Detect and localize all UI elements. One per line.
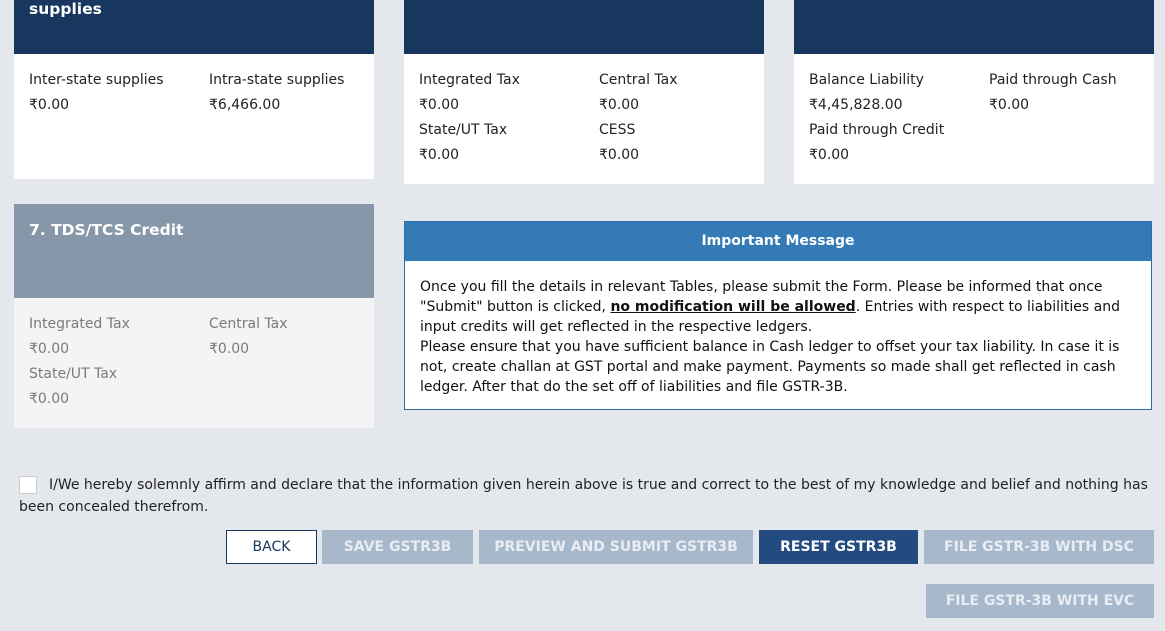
inter-state-value: ₹0.00 bbox=[29, 97, 70, 113]
integrated-tax-label: Integrated Tax bbox=[419, 72, 520, 88]
balance-liability-label: Balance Liability bbox=[809, 72, 924, 88]
tds-tcs-card-header: 7. TDS/TCS Credit bbox=[14, 204, 374, 298]
tds-integrated-tax-label: Integrated Tax bbox=[29, 316, 130, 332]
state-ut-tax-label: State/UT Tax bbox=[419, 122, 508, 138]
message-p1-bold: no modification will be allowed bbox=[610, 299, 856, 315]
central-tax-value: ₹0.00 bbox=[599, 97, 640, 113]
important-message-panel: Important Message Once you fill the deta… bbox=[404, 221, 1152, 410]
important-message-body: Once you fill the details in relevant Ta… bbox=[420, 277, 1139, 397]
intra-state-value: ₹6,466.00 bbox=[209, 97, 281, 113]
paid-cash-label: Paid through Cash bbox=[989, 72, 1117, 88]
paid-credit-value: ₹0.00 bbox=[809, 147, 850, 163]
supplies-card: supplies Inter-state supplies ₹0.00 Intr… bbox=[14, 0, 374, 179]
paid-credit-label: Paid through Credit bbox=[809, 122, 945, 138]
liability-card-header bbox=[794, 0, 1154, 54]
tds-state-ut-tax-value: ₹0.00 bbox=[29, 391, 70, 407]
balance-liability-value: ₹4,45,828.00 bbox=[809, 97, 903, 113]
declaration-text: I/We hereby solemnly affirm and declare … bbox=[19, 477, 1148, 515]
tax-card-header bbox=[404, 0, 764, 54]
save-gstr3b-button[interactable]: SAVE GSTR3B bbox=[322, 530, 473, 564]
message-paragraph-1: Once you fill the details in relevant Ta… bbox=[420, 277, 1139, 337]
central-tax-label: Central Tax bbox=[599, 72, 678, 88]
state-ut-tax-value: ₹0.00 bbox=[419, 147, 460, 163]
tax-card: Integrated Tax ₹0.00 Central Tax ₹0.00 S… bbox=[404, 0, 764, 184]
message-paragraph-2: Please ensure that you have sufficient b… bbox=[420, 339, 1120, 395]
tds-tcs-credit-card[interactable]: 7. TDS/TCS Credit Integrated Tax ₹0.00 C… bbox=[14, 204, 374, 428]
reset-gstr3b-button[interactable]: RESET GSTR3B bbox=[759, 530, 918, 564]
supplies-card-title: supplies bbox=[29, 0, 102, 18]
file-evc-button[interactable]: FILE GSTR-3B WITH EVC bbox=[926, 584, 1154, 618]
inter-state-label: Inter-state supplies bbox=[29, 72, 164, 88]
preview-submit-button[interactable]: PREVIEW AND SUBMIT GSTR3B bbox=[479, 530, 753, 564]
integrated-tax-value: ₹0.00 bbox=[419, 97, 460, 113]
liability-card: Balance Liability ₹4,45,828.00 Paid thro… bbox=[794, 0, 1154, 184]
back-button[interactable]: BACK bbox=[226, 530, 317, 564]
tds-central-tax-label: Central Tax bbox=[209, 316, 288, 332]
file-dsc-button[interactable]: FILE GSTR-3B WITH DSC bbox=[924, 530, 1154, 564]
supplies-card-header: supplies bbox=[14, 0, 374, 54]
cess-label: CESS bbox=[599, 122, 636, 138]
tds-central-tax-value: ₹0.00 bbox=[209, 341, 250, 357]
cess-value: ₹0.00 bbox=[599, 147, 640, 163]
tds-tcs-card-title: 7. TDS/TCS Credit bbox=[29, 221, 184, 239]
intra-state-label: Intra-state supplies bbox=[209, 72, 345, 88]
important-message-title: Important Message bbox=[405, 222, 1151, 261]
paid-cash-value: ₹0.00 bbox=[989, 97, 1030, 113]
tds-state-ut-tax-label: State/UT Tax bbox=[29, 366, 118, 382]
tds-integrated-tax-value: ₹0.00 bbox=[29, 341, 70, 357]
